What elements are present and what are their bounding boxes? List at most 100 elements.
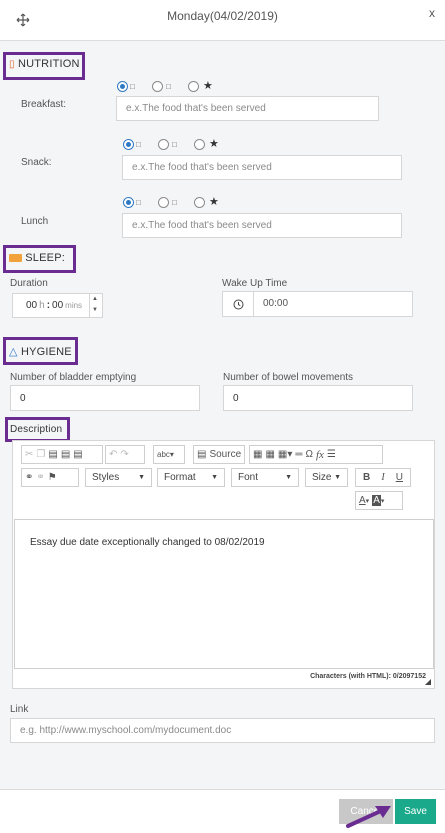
stepper-up-icon[interactable]: ▲ — [92, 296, 98, 302]
snack-input[interactable]: e.x.The food that's been served — [122, 155, 402, 180]
breakfast-radio-2[interactable] — [152, 81, 163, 92]
cut-icon[interactable]: ✂ — [25, 449, 33, 460]
source-icon: ▤ — [197, 449, 207, 460]
unlink-icon[interactable]: ⚭ — [36, 472, 44, 483]
utensils-icon: ▯ — [9, 59, 15, 70]
link-input[interactable]: e.g. http://www.myschool.com/mydocument.… — [10, 718, 435, 743]
lunch-radio-3[interactable] — [194, 197, 205, 208]
nutrition-heading-text: NUTRITION — [17, 58, 80, 70]
lunch-radio-1[interactable] — [123, 197, 134, 208]
undo-icon[interactable]: ↶ — [109, 449, 117, 460]
bladder-input[interactable]: 0 — [10, 385, 200, 411]
duration-stepper[interactable]: ▲ ▼ — [89, 294, 102, 317]
redo-icon[interactable]: ↷ — [120, 449, 128, 460]
chevron-down-icon: ▼ — [285, 474, 292, 481]
snack-radio-1-label: □ — [136, 140, 141, 149]
size-dropdown[interactable]: Size ▼ — [305, 468, 348, 487]
styles-label: Styles — [92, 472, 120, 483]
breakfast-input[interactable]: e.x.The food that's been served — [116, 96, 379, 121]
bowel-input[interactable]: 0 — [223, 385, 413, 411]
dialog-header: Monday(04/02/2019) x — [0, 0, 445, 41]
flask-icon: △ — [9, 346, 18, 358]
breakfast-label: Breakfast: — [21, 99, 67, 110]
snack-radio-3[interactable] — [194, 139, 205, 150]
spellcheck-icon: abc▾ — [157, 450, 174, 459]
duration-input[interactable]: 00 h : 00 mins ▲ ▼ — [12, 293, 103, 318]
bladder-label: Number of bladder emptying — [10, 372, 137, 383]
formula-icon[interactable]: fx — [316, 449, 324, 461]
anchor-flag-icon[interactable]: ⚑ — [48, 472, 57, 483]
list-icon[interactable]: ☰ — [327, 449, 336, 460]
rich-text-editor: ✂ ❐ ▤ ▤ ▤ ↶ ↷ abc▾ ▤ Source ▦ ▦ ▦▾ ═ Ω f… — [12, 440, 435, 689]
link-label: Link — [10, 704, 29, 715]
resize-handle-icon[interactable] — [425, 679, 431, 685]
clock-icon[interactable] — [223, 292, 254, 316]
pointer-arrow-icon — [346, 806, 391, 828]
chevron-down-icon: ▼ — [138, 474, 145, 481]
styles-dropdown[interactable]: Styles ▼ — [85, 468, 152, 487]
snack-radio-2-label: □ — [172, 140, 177, 149]
horizontal-line-icon[interactable]: ═ — [295, 449, 302, 460]
underline-button[interactable]: U — [396, 472, 403, 483]
text-color-button[interactable]: A▾ — [359, 495, 369, 506]
nutrition-heading: ▯ NUTRITION — [9, 58, 80, 70]
sleep-heading-text: SLEEP: — [25, 252, 65, 264]
minutes-value: 00 — [52, 300, 64, 311]
snack-label: Snack: — [21, 157, 52, 168]
dialog-title: Monday(04/02/2019) — [167, 9, 278, 23]
lunch-radio-2[interactable] — [158, 197, 169, 208]
chevron-down-icon: ▼ — [334, 474, 341, 481]
hours-unit: h — [39, 300, 45, 311]
breakfast-radio-1[interactable] — [117, 81, 128, 92]
close-icon[interactable]: x — [429, 6, 441, 20]
stepper-down-icon[interactable]: ▼ — [92, 307, 98, 313]
wakeup-input[interactable]: 00:00 — [222, 291, 413, 317]
link-icon[interactable]: ⚭ — [25, 472, 33, 483]
snack-radio-2[interactable] — [158, 139, 169, 150]
source-button[interactable]: ▤ Source — [193, 445, 245, 464]
flash-icon[interactable]: ▦ — [265, 449, 274, 460]
table-icon[interactable]: ▦▾ — [278, 449, 292, 460]
lunch-input[interactable]: e.x.The food that's been served — [122, 213, 402, 238]
format-dropdown[interactable]: Format ▼ — [157, 468, 225, 487]
history-toolbar-group: ↶ ↷ — [105, 445, 145, 464]
breakfast-radio-3[interactable] — [188, 81, 199, 92]
font-label: Font — [238, 472, 259, 483]
paste-text-icon[interactable]: ▤ — [61, 449, 70, 460]
spellcheck-button[interactable]: abc▾ — [153, 445, 185, 464]
hygiene-heading: △ HYGIENE — [9, 345, 72, 358]
lunch-radio-1-label: □ — [136, 198, 141, 207]
char-count: Characters (with HTML): 0/2097152 — [310, 673, 426, 680]
wakeup-value: 00:00 — [263, 298, 289, 309]
star-icon: ★ — [203, 80, 213, 92]
lunch-label: Lunch — [21, 216, 49, 227]
chevron-down-icon: ▼ — [211, 474, 218, 481]
image-icon[interactable]: ▦ — [253, 449, 262, 460]
font-dropdown[interactable]: Font ▼ — [231, 468, 299, 487]
sleep-heading: SLEEP: — [9, 252, 65, 264]
hours-value: 00 — [26, 300, 38, 311]
special-char-icon[interactable]: Ω — [305, 449, 312, 460]
paste-word-icon[interactable]: ▤ — [73, 449, 82, 460]
paste-icon[interactable]: ▤ — [48, 449, 57, 460]
hygiene-heading-text: HYGIENE — [20, 346, 72, 358]
copy-icon[interactable]: ❐ — [36, 449, 45, 460]
editor-content-area[interactable]: Essay due date exceptionally changed to … — [14, 519, 434, 669]
breakfast-radio-1-label: □ — [130, 82, 135, 91]
bold-button[interactable]: B — [363, 472, 370, 483]
editor-text: Essay due date exceptionally changed to … — [30, 537, 265, 548]
snack-radio-1[interactable] — [123, 139, 134, 150]
save-button[interactable]: Save — [395, 799, 436, 824]
link-toolbar-group: ⚭ ⚭ ⚑ — [21, 468, 79, 487]
star-icon: ★ — [209, 196, 219, 208]
italic-button[interactable]: I — [381, 472, 384, 483]
breakfast-radio-2-label: □ — [166, 82, 171, 91]
bg-color-button[interactable]: A▾ — [372, 495, 384, 506]
minutes-unit: mins — [65, 301, 83, 310]
bed-icon — [9, 254, 22, 263]
duration-label: Duration — [10, 278, 48, 289]
basic-style-toolbar-group: B I U — [355, 468, 411, 487]
bowel-label: Number of bowel movements — [223, 372, 354, 383]
text-color-label: A — [359, 495, 366, 506]
lunch-radio-2-label: □ — [172, 198, 177, 207]
